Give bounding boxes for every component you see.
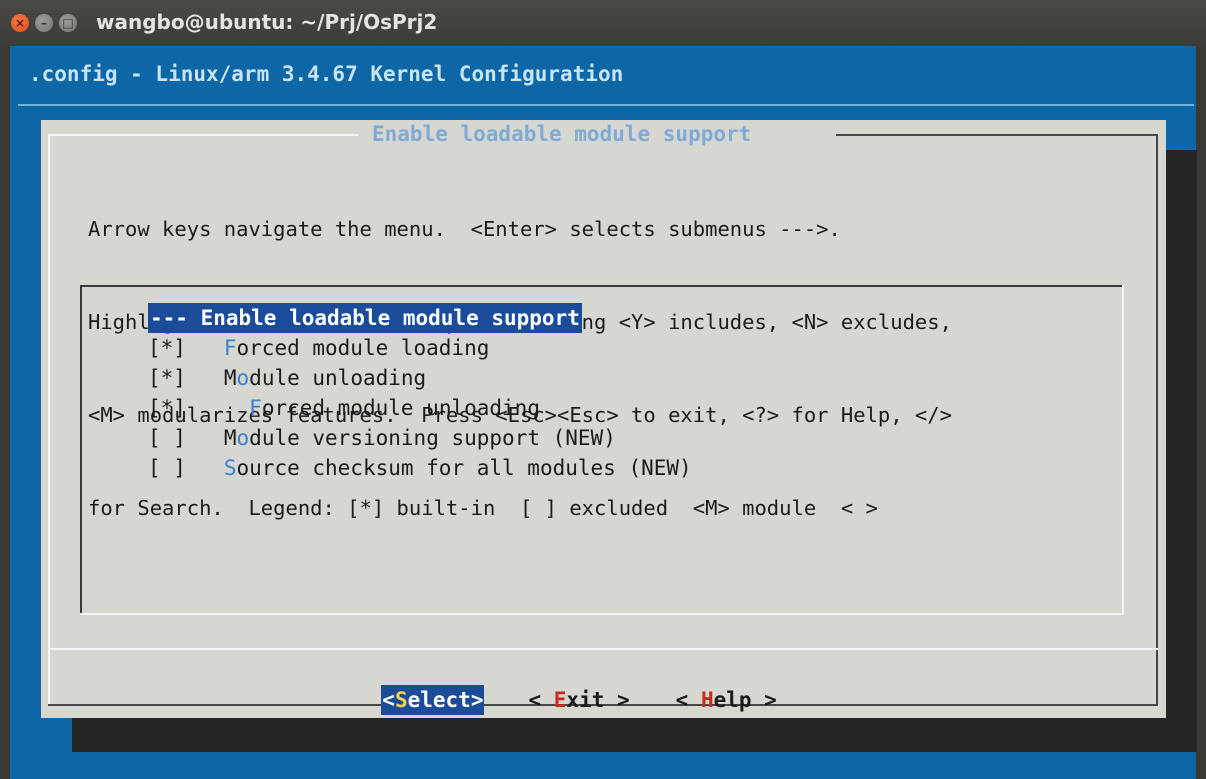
checkbox-marker: [ ] xyxy=(148,456,224,480)
dialog-frame-right xyxy=(1156,134,1158,706)
menu-item-label: ource checksum for all modules (NEW) xyxy=(236,456,692,480)
exit-button[interactable]: < Exit > xyxy=(528,685,629,715)
button-label: xit > xyxy=(566,688,630,712)
button-row: <Select> < Exit > < Help > xyxy=(356,661,777,715)
button-bracket: < xyxy=(528,688,554,712)
menu-item-label: ule unloading xyxy=(261,366,427,390)
dialog-shadow-bottom xyxy=(72,718,1197,752)
button-bracket: < xyxy=(675,688,701,712)
help-button[interactable]: < Help > xyxy=(676,685,777,715)
menu-item-forced-module-loading[interactable]: [*] Forced module loading xyxy=(148,333,692,363)
maximize-window-icon[interactable]: □ xyxy=(59,14,77,32)
checkbox-marker: [*] xyxy=(148,396,250,420)
hotkey-letter: F xyxy=(223,336,237,360)
menu-item-label: M xyxy=(223,366,237,390)
button-label: elp > xyxy=(713,688,777,712)
menu-item-module-versioning-support[interactable]: [ ] Module versioning support (NEW) xyxy=(148,423,692,453)
header-rule xyxy=(18,104,1194,106)
menu-box-right-edge xyxy=(1122,285,1124,615)
hotkey-letter: o xyxy=(236,366,250,390)
menu-item-forced-module-unloading[interactable]: [*] Forced module unloading xyxy=(148,393,692,423)
dialog-frame-left xyxy=(48,134,50,706)
button-bracket: < xyxy=(382,688,395,712)
menu-item-label: M xyxy=(223,426,237,450)
hotkey-letter: S xyxy=(223,456,237,480)
dialog-shadow-right xyxy=(1165,150,1197,752)
menu-item-label: orced module loading xyxy=(236,336,490,360)
hotkey-letter: H xyxy=(700,688,714,712)
hotkey-letter: F xyxy=(249,396,262,420)
window-titlebar[interactable]: × – □ wangbo@ubuntu: ~/Prj/OsPrj2 xyxy=(0,0,1206,46)
menu-item-label: ule versioning support (NEW) xyxy=(261,426,616,450)
button-row-separator xyxy=(48,648,1158,650)
menu-item-label: d xyxy=(249,366,262,390)
menu-item-label: d xyxy=(249,426,262,450)
hotkey-letter: o xyxy=(236,426,250,450)
help-line: Arrow keys navigate the menu. <Enter> se… xyxy=(88,217,841,241)
close-window-icon[interactable]: × xyxy=(11,14,29,32)
menu-list: --- Enable loadable module support [*] F… xyxy=(148,303,692,483)
window-title: wangbo@ubuntu: ~/Prj/OsPrj2 xyxy=(96,10,438,34)
hotkey-letter: S xyxy=(394,688,408,712)
dialog-frame-top-right xyxy=(836,134,1158,136)
minimize-window-icon[interactable]: – xyxy=(35,14,53,32)
menu-box-top-edge xyxy=(80,285,1124,287)
menu-item-source-checksum[interactable]: [ ] Source checksum for all modules (NEW… xyxy=(148,453,692,483)
menu-item-enable-loadable-module-support[interactable]: --- Enable loadable module support xyxy=(148,303,582,333)
checkbox-marker: [*] xyxy=(148,366,224,390)
menu-box-bottom-edge xyxy=(80,613,1124,615)
dialog-title: Enable loadable module support xyxy=(372,122,752,146)
checkbox-marker: [ ] xyxy=(148,426,224,450)
kernel-config-header: .config - Linux/arm 3.4.67 Kernel Config… xyxy=(29,62,624,86)
select-button[interactable]: <Select> xyxy=(381,685,485,715)
dialog-frame-top-left xyxy=(48,134,358,136)
menu-box-left-edge xyxy=(80,285,82,615)
button-label: elect> xyxy=(407,688,484,712)
menu-item-label: orced module unloading xyxy=(261,396,540,420)
menu-item-module-unloading[interactable]: [*] Module unloading xyxy=(148,363,692,393)
hotkey-letter: E xyxy=(553,688,567,712)
checkbox-marker: [*] xyxy=(148,336,224,360)
